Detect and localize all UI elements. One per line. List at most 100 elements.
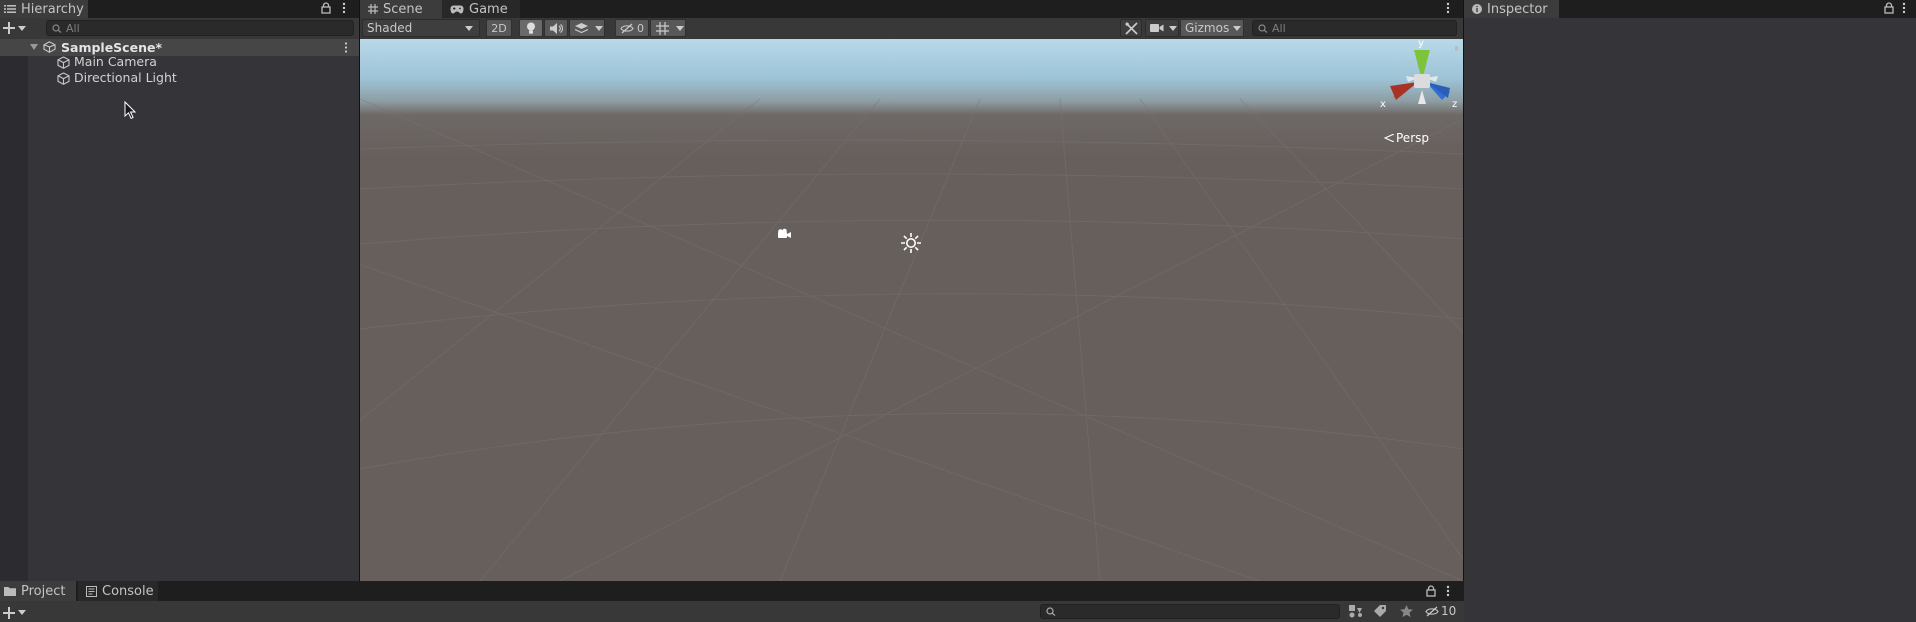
plus-icon [3, 22, 15, 34]
list-icon [4, 4, 16, 14]
hierarchy-search-placeholder: All [66, 21, 80, 35]
create-dropdown-button[interactable] [3, 20, 29, 36]
lock-icon[interactable] [1884, 2, 1894, 14]
hidden-eye-icon [620, 23, 634, 34]
camera-gizmo-icon[interactable] [776, 228, 792, 244]
console-tab-label: Console [102, 583, 154, 599]
unity-scene-icon [43, 41, 56, 53]
favorites-star-icon[interactable] [1400, 605, 1413, 618]
audio-toggle-button[interactable] [544, 19, 568, 37]
hidden-count: 0 [637, 21, 644, 35]
list-item[interactable]: Main Camera [0, 54, 359, 70]
2d-toggle-label: 2D [491, 21, 507, 35]
hierarchy-gutter [0, 39, 28, 581]
list-item-label: Directional Light [74, 70, 177, 85]
scene-tab-label: Scene [383, 1, 423, 17]
grid-snap-icon [656, 21, 669, 35]
mouse-cursor-icon [124, 100, 137, 123]
camera-settings-button[interactable] [1145, 19, 1179, 37]
inspector-panel: Inspector [1464, 0, 1916, 581]
scene-visibility-button[interactable]: 0 [615, 19, 649, 37]
chevron-down-icon [595, 26, 603, 31]
orientation-gizmo[interactable]: y x z [1378, 39, 1458, 116]
axis-label-z: z [1452, 99, 1458, 110]
projection-toggle[interactable]: Persp [1384, 131, 1429, 145]
chevron-down-icon [18, 25, 26, 31]
scene-viewport[interactable]: y x z Persp [360, 39, 1463, 581]
lock-icon[interactable] [321, 2, 331, 14]
bottom-tabbar [0, 581, 1464, 601]
gamepad-icon [450, 5, 464, 14]
speaker-icon [549, 22, 563, 34]
axis-label-y: y [1418, 39, 1424, 49]
project-create-dropdown-button[interactable] [3, 605, 29, 620]
inspector-tab-label: Inspector [1487, 1, 1548, 17]
plus-icon [3, 606, 15, 619]
2d-toggle-button[interactable]: 2D [486, 19, 512, 37]
hidden-eye-icon [1425, 606, 1439, 617]
scene-menu-icon[interactable] [344, 42, 348, 53]
hierarchy-panel: Hierarchy All SampleScene* Main Camera D… [0, 0, 359, 581]
scene-search-input[interactable]: All [1252, 20, 1457, 36]
folder-icon [4, 586, 16, 596]
shading-mode-dropdown[interactable]: Shaded [362, 19, 480, 37]
search-icon [52, 23, 62, 33]
lightbulb-icon [526, 22, 536, 35]
gameobject-cube-icon [57, 72, 70, 85]
hidden-packages-count: 10 [1441, 604, 1457, 618]
scene-name: SampleScene* [61, 40, 162, 55]
hierarchy-tab-label: Hierarchy [21, 1, 84, 17]
scene-toolbar: Shaded 2D 0 Gizmos All [360, 18, 1463, 39]
hidden-packages-button[interactable]: 10 [1425, 604, 1456, 618]
scene-search-placeholder: All [1272, 21, 1286, 35]
lock-icon[interactable] [1426, 585, 1436, 597]
chevron-down-icon [1169, 26, 1177, 31]
console-icon [86, 585, 97, 597]
chevron-down-icon [1233, 26, 1241, 31]
project-tab-label: Project [21, 583, 66, 599]
list-item-label: Main Camera [74, 54, 157, 69]
more-options-icon[interactable] [1446, 585, 1450, 597]
tools-icon [1124, 21, 1138, 35]
list-item[interactable]: Directional Light [0, 70, 359, 86]
grid-toggle-button[interactable] [650, 19, 686, 37]
grid-icon [368, 4, 378, 14]
tools-button[interactable] [1120, 19, 1142, 37]
ground-grid [360, 98, 1463, 581]
tab-console[interactable]: Console [78, 581, 158, 601]
search-icon [1046, 607, 1056, 616]
light-gizmo-icon[interactable] [900, 232, 922, 258]
more-options-icon[interactable] [1902, 2, 1906, 14]
scene-panel: Scene Game Shaded 2D 0 Gizmos All y x z … [360, 0, 1463, 581]
axis-label-x: x [1380, 99, 1386, 110]
chevron-down-icon [676, 26, 684, 31]
effects-toggle-button[interactable] [569, 19, 605, 37]
more-options-icon[interactable] [342, 2, 346, 14]
info-icon [1472, 4, 1482, 14]
scene-tabbar [360, 0, 1463, 18]
effects-icon [575, 22, 588, 34]
shading-mode-label: Shaded [367, 21, 413, 35]
chevron-down-icon [18, 610, 26, 615]
perspective-icon [1384, 134, 1394, 142]
tab-hierarchy[interactable]: Hierarchy [0, 0, 88, 18]
gizmos-label: Gizmos [1185, 21, 1230, 35]
tab-game[interactable]: Game [442, 0, 520, 18]
more-options-icon[interactable] [1446, 2, 1450, 14]
lighting-toggle-button[interactable] [519, 19, 543, 37]
search-by-type-icon[interactable] [1349, 605, 1363, 618]
gameobject-cube-icon [57, 56, 70, 69]
projection-label: Persp [1396, 131, 1429, 145]
game-tab-label: Game [469, 1, 508, 17]
search-by-label-icon[interactable] [1374, 605, 1387, 618]
tab-project[interactable]: Project [0, 581, 76, 601]
camera-icon [1150, 23, 1164, 33]
foldout-arrow-icon[interactable] [30, 44, 38, 50]
project-search-input[interactable] [1040, 604, 1340, 619]
tab-scene[interactable]: Scene [360, 0, 442, 18]
hierarchy-search-input[interactable]: All [46, 20, 354, 36]
tab-inspector[interactable]: Inspector [1464, 0, 1559, 18]
chevron-down-icon [465, 25, 473, 31]
gizmos-dropdown[interactable]: Gizmos [1180, 19, 1244, 37]
search-icon [1258, 23, 1268, 33]
